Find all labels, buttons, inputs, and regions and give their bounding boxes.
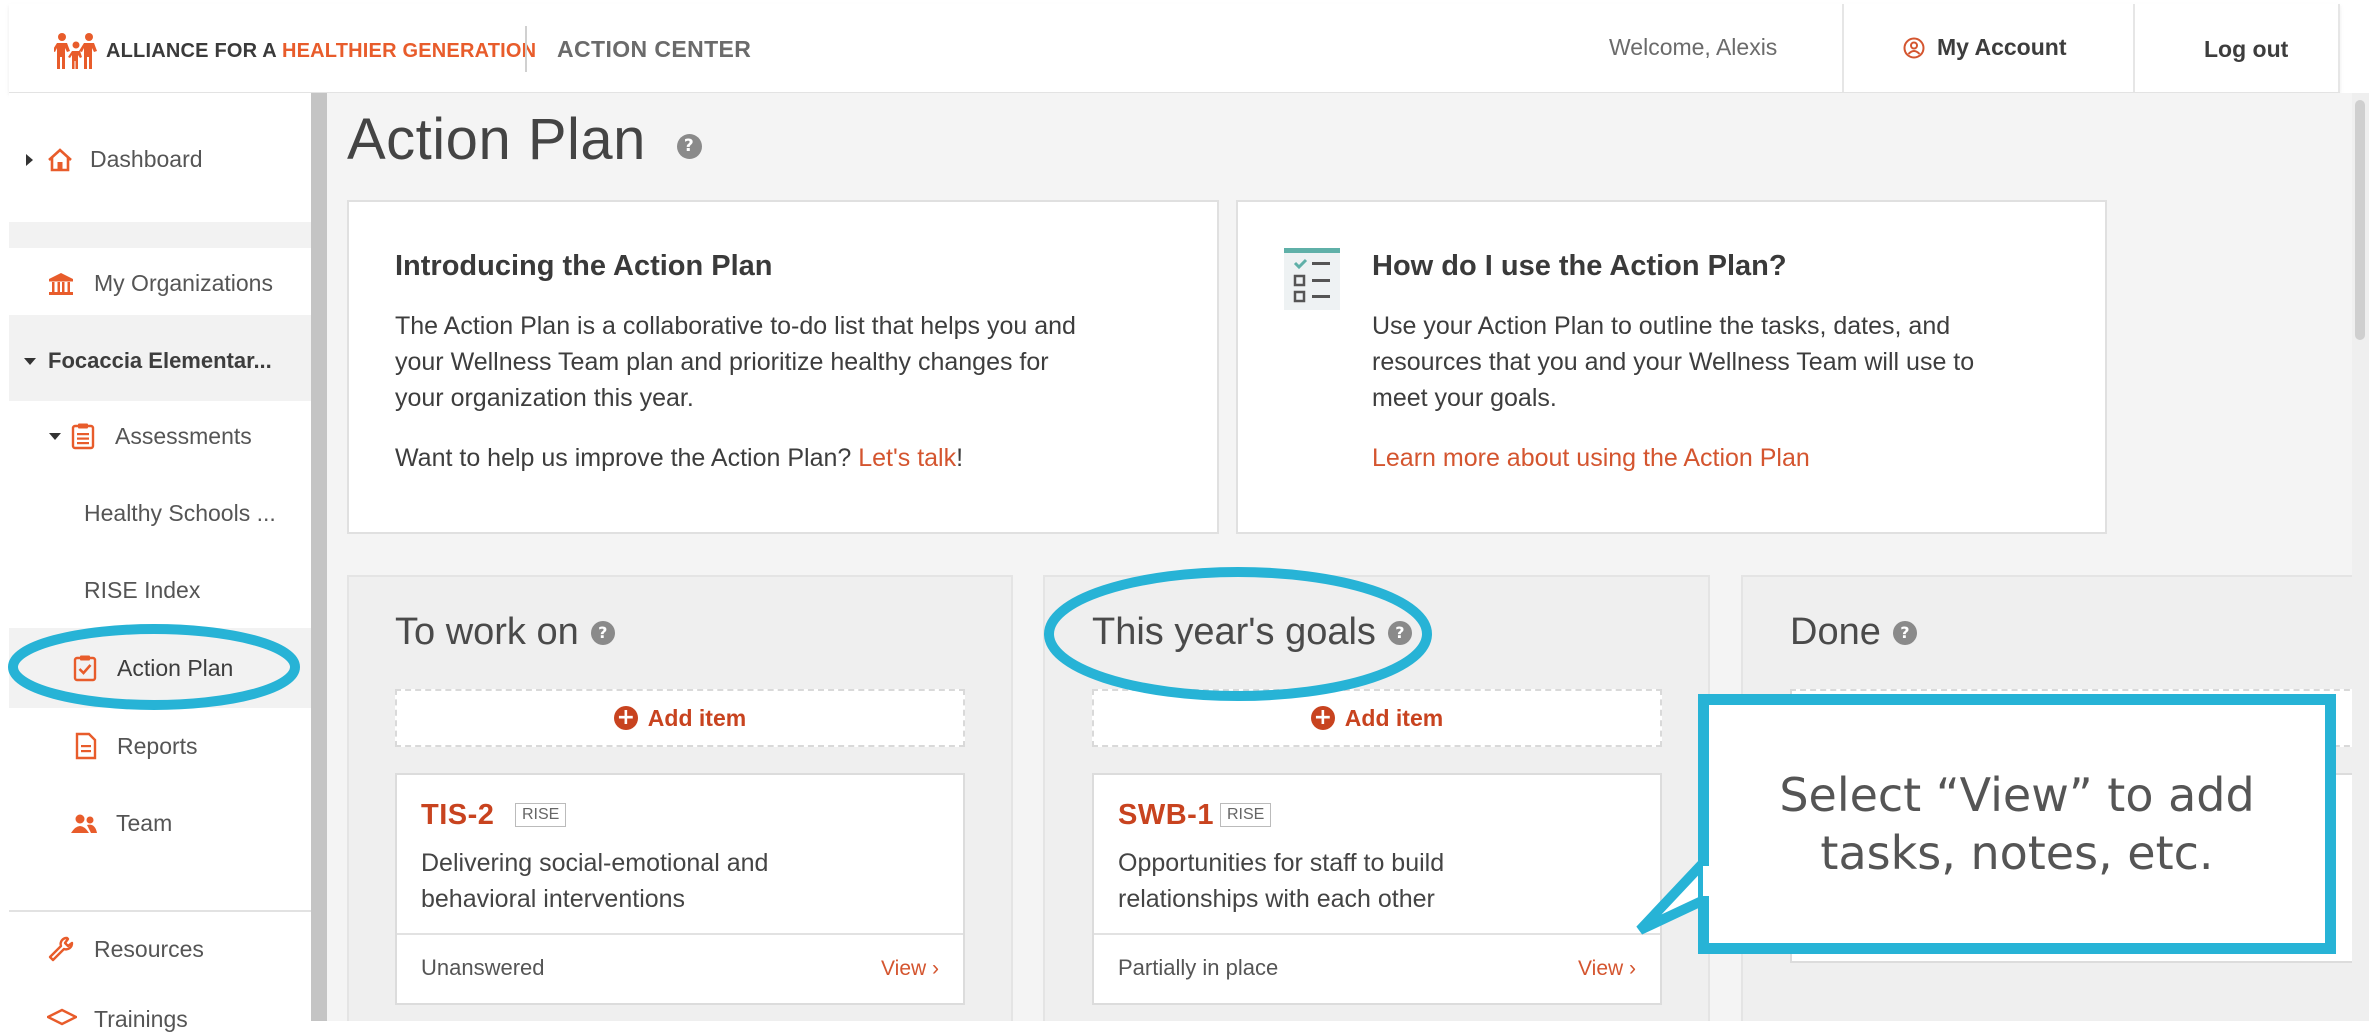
callout-pointer bbox=[1636, 849, 1709, 935]
highlight-ellipse-goals bbox=[1044, 567, 1432, 701]
highlight-ellipse-action-plan bbox=[8, 624, 300, 710]
callout-pointer-join bbox=[1703, 866, 1713, 896]
tutorial-callout: Select “View” to add tasks, notes, etc. bbox=[1698, 694, 2336, 954]
